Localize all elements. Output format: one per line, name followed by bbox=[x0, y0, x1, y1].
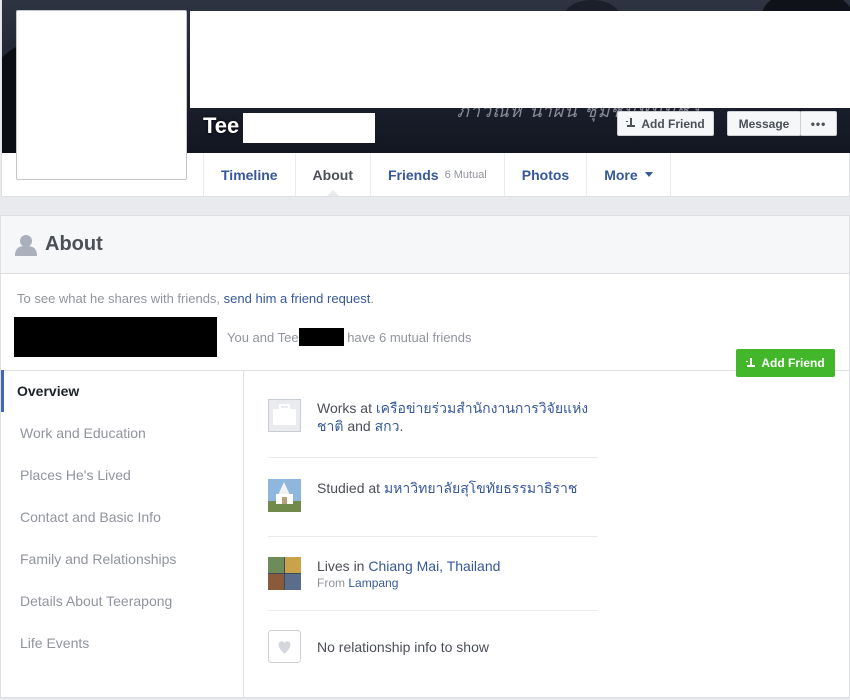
mutual-friends-text[interactable]: You and Tee have 6 mutual friends bbox=[227, 328, 472, 346]
mutual-count: 6 Mutual bbox=[444, 168, 487, 181]
briefcase-icon bbox=[268, 399, 301, 432]
message-button[interactable]: Message bbox=[727, 111, 801, 136]
redacted-name bbox=[243, 113, 375, 143]
redacted-block bbox=[14, 317, 217, 357]
add-friend-label: Add Friend bbox=[761, 356, 825, 370]
tab-about[interactable]: About bbox=[294, 153, 370, 196]
ellipsis-icon: ••• bbox=[810, 116, 827, 131]
about-sidebar: Overview Work and Education Places He's … bbox=[1, 370, 244, 698]
add-friend-icon bbox=[626, 118, 636, 127]
tab-friends[interactable]: Friends 6 Mutual bbox=[369, 153, 504, 196]
redacted-area bbox=[190, 11, 850, 108]
redacted-name bbox=[298, 328, 344, 346]
relationship-text: No relationship info to show bbox=[317, 639, 489, 655]
work-row: Works at เครือข่ายร่วมสำนักงานการวิจัยแห… bbox=[268, 370, 598, 458]
person-icon bbox=[15, 234, 37, 256]
education-text: Studied at มหาวิทยาลัยสุโขทัยธรรมาธิราช bbox=[317, 480, 578, 496]
education-row: Studied at มหาวิทยาลัยสุโขทัยธรรมาธิราช bbox=[268, 458, 598, 537]
location-text: Lives in Chiang Mai, Thailand From Lampa… bbox=[317, 558, 501, 590]
profile-header: ภาวิณีห์ นำผืน ชุมชนหนุนชัง Tee Add Frie… bbox=[1, 0, 850, 197]
add-friend-label: Add Friend bbox=[641, 116, 705, 131]
current-city-link[interactable]: Chiang Mai, Thailand bbox=[368, 558, 500, 574]
add-friend-button[interactable]: Add Friend bbox=[617, 111, 714, 136]
work-text: Works at เครือข่ายร่วมสำนักงานการวิจัยแห… bbox=[317, 400, 589, 434]
sidebar-item-contact-info[interactable]: Contact and Basic Info bbox=[1, 496, 243, 538]
profile-picture[interactable] bbox=[16, 10, 187, 180]
send-friend-request-link[interactable]: send him a friend request bbox=[224, 291, 371, 306]
more-options-button[interactable]: ••• bbox=[800, 111, 837, 136]
hometown-link[interactable]: Lampang bbox=[348, 576, 398, 590]
school-icon[interactable] bbox=[268, 479, 301, 512]
tab-timeline[interactable]: Timeline bbox=[203, 153, 295, 196]
location-row: Lives in Chiang Mai, Thailand From Lampa… bbox=[268, 537, 598, 611]
message-label: Message bbox=[738, 116, 790, 131]
sidebar-item-places-lived[interactable]: Places He's Lived bbox=[1, 454, 243, 496]
work-link-2[interactable]: สกว bbox=[375, 418, 400, 434]
sidebar-item-work-education[interactable]: Work and Education bbox=[1, 412, 243, 454]
about-title: About bbox=[45, 233, 103, 255]
sidebar-item-details[interactable]: Details About Teerapong bbox=[1, 580, 243, 622]
tab-more[interactable]: More bbox=[586, 153, 671, 196]
profile-name[interactable]: Tee bbox=[203, 113, 239, 139]
add-friend-icon bbox=[746, 357, 756, 367]
relationship-row: No relationship info to show bbox=[268, 611, 598, 663]
add-friend-green-button[interactable]: Add Friend bbox=[736, 349, 835, 377]
heart-icon bbox=[268, 630, 301, 663]
about-header: About bbox=[1, 216, 849, 274]
sidebar-item-family-relationships[interactable]: Family and Relationships bbox=[1, 538, 243, 580]
about-section: About To see what he shares with friends… bbox=[0, 215, 850, 698]
friend-prompt: To see what he shares with friends, send… bbox=[17, 291, 374, 306]
city-photo-icon[interactable] bbox=[268, 557, 301, 590]
sidebar-item-overview[interactable]: Overview bbox=[1, 370, 243, 412]
school-link[interactable]: มหาวิทยาลัยสุโขทัยธรรมาธิราช bbox=[384, 480, 577, 496]
profile-tabs: Timeline About Friends 6 Mutual Photos M… bbox=[203, 153, 671, 196]
overview-content: Works at เครือข่ายร่วมสำนักงานการวิจัยแห… bbox=[268, 370, 598, 663]
chevron-down-icon bbox=[644, 172, 653, 177]
tab-photos[interactable]: Photos bbox=[503, 153, 586, 196]
sidebar-item-life-events[interactable]: Life Events bbox=[1, 622, 243, 664]
